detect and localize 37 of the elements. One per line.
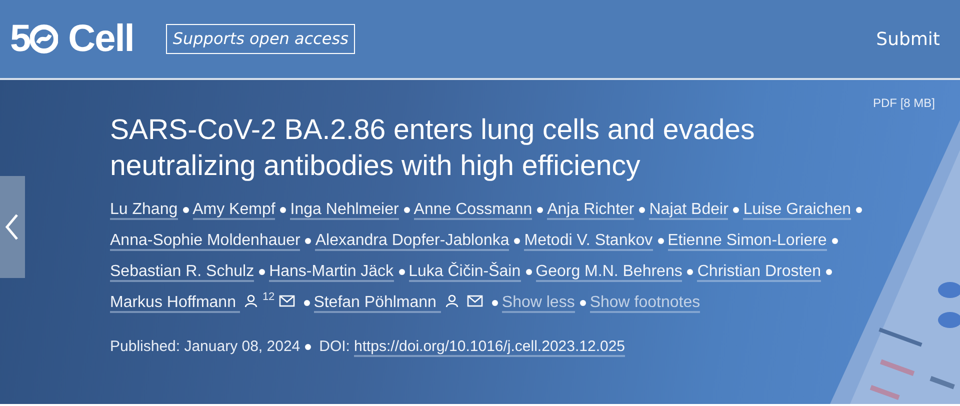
author-link[interactable]: Anna-Sophie Moldenhauer bbox=[110, 232, 300, 251]
mail-icon[interactable] bbox=[466, 294, 483, 308]
logo-ring-icon bbox=[30, 24, 58, 54]
toggle-link[interactable]: Show footnotes bbox=[590, 294, 700, 313]
toggle-link[interactable]: Show less bbox=[502, 294, 575, 313]
author-link[interactable]: Markus Hoffmann bbox=[110, 294, 240, 313]
author-link[interactable]: Sebastian R. Schulz bbox=[110, 263, 254, 282]
author-link[interactable]: Stefan Pöhlmann bbox=[314, 294, 441, 313]
author-link[interactable]: Najat Bdeir bbox=[649, 201, 728, 220]
author-link[interactable]: Christian Drosten bbox=[697, 263, 821, 282]
author-link[interactable]: Hans-Martin Jäck bbox=[269, 263, 394, 282]
doi-label: DOI: bbox=[319, 338, 350, 355]
author-link[interactable]: Metodi V. Stankov bbox=[524, 232, 653, 251]
author-link[interactable]: Inga Nehlmeier bbox=[290, 201, 399, 220]
pdf-link[interactable]: PDF [8 MB] bbox=[872, 94, 935, 112]
person-icon[interactable] bbox=[444, 294, 459, 308]
doi-link[interactable]: https://doi.org/10.1016/j.cell.2023.12.025 bbox=[354, 338, 626, 357]
author-link[interactable]: Anja Richter bbox=[547, 201, 634, 220]
open-access-badge: Supports open access bbox=[166, 24, 356, 54]
published-date: Published: January 08, 2024 bbox=[110, 338, 300, 355]
author-link[interactable]: Georg M.N. Behrens bbox=[536, 263, 682, 282]
author-link[interactable]: Luka Čičin-Šain bbox=[408, 263, 521, 282]
author-link[interactable]: Lu Zhang bbox=[110, 201, 178, 220]
footnote-number: 12 bbox=[262, 291, 275, 303]
article-title: SARS-CoV-2 BA.2.86 enters lung cells and evades neutralizing antibodies with high efficiency bbox=[110, 113, 756, 184]
mail-icon[interactable] bbox=[278, 294, 295, 308]
previous-button[interactable] bbox=[0, 176, 25, 278]
author-link[interactable]: Alexandra Dopfer-Jablonka bbox=[315, 232, 510, 251]
submit-link[interactable]: Submit bbox=[876, 26, 950, 52]
chevron-left-icon bbox=[4, 212, 20, 242]
author-link[interactable]: Amy Kempf bbox=[192, 201, 276, 220]
author-link[interactable]: Etienne Simon-Loriere bbox=[668, 232, 827, 251]
person-icon[interactable] bbox=[244, 294, 258, 308]
author-link[interactable]: Anne Cossmann bbox=[414, 201, 532, 220]
author-link[interactable]: Luise Graichen bbox=[743, 201, 852, 220]
logo-wordmark: Cell bbox=[68, 20, 134, 58]
logo-digit: 5 bbox=[10, 20, 30, 58]
